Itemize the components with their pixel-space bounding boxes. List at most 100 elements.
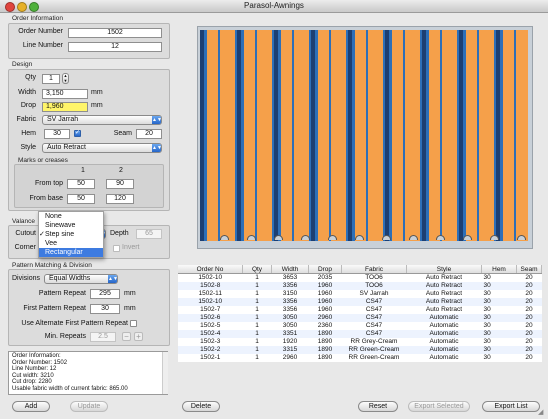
from-base-label: From base bbox=[29, 195, 63, 202]
order-table[interactable]: Order No Qty Width Drop Fabric Style Hem… bbox=[178, 265, 542, 362]
cutout-menu-item-vee[interactable]: Vee bbox=[39, 239, 103, 248]
from-base-1-field[interactable]: 50 bbox=[67, 194, 95, 204]
cutout-menu-item-sinewave[interactable]: Sinewave bbox=[39, 221, 103, 230]
table-row[interactable]: 1502-4 1 3351 1890 CS47 Automatic 30 20 bbox=[178, 330, 542, 338]
awning-stripe bbox=[429, 30, 440, 241]
close-window-button[interactable] bbox=[5, 2, 15, 12]
first-pattern-repeat-unit: mm bbox=[124, 305, 136, 312]
divisions-label: Divisions bbox=[11, 275, 40, 282]
awning-stripe bbox=[368, 30, 383, 241]
table-row[interactable]: 1502-2 1 3315 1890 RR Green-Cream Automatic 30… bbox=[178, 346, 542, 354]
awning-stripe bbox=[220, 30, 235, 241]
column-header-style[interactable]: Style bbox=[406, 265, 482, 274]
column-header-order-no[interactable]: Order No bbox=[178, 265, 243, 274]
table-cell-fabric: RR Grey-Cream bbox=[341, 338, 407, 346]
table-row[interactable]: 1502-11 1 3150 1960 SV Jarrah Auto Retract 30 2… bbox=[178, 290, 542, 298]
table-row[interactable]: 1502-8 1 3356 1960 TOO6 Auto Retract 30 20 bbox=[178, 282, 542, 290]
table-cell-seam: 20 bbox=[516, 282, 542, 290]
table-row[interactable]: 1502-10 1 3653 2035 TOO6 Auto Retract 30 20 bbox=[178, 273, 542, 282]
table-row[interactable]: 1502-3 1 1920 1890 RR Grey-Cream Automatic 30 2… bbox=[178, 338, 542, 346]
cutout-label: Cutout bbox=[15, 230, 36, 237]
line-number-field[interactable]: 12 bbox=[68, 42, 162, 52]
min-repeats-decrement-button[interactable]: − bbox=[122, 332, 131, 341]
first-pattern-repeat-field[interactable]: 30 bbox=[90, 304, 120, 314]
marks-col-2-label: 2 bbox=[119, 167, 123, 174]
table-cell-qty: 1 bbox=[242, 330, 272, 338]
drop-field[interactable]: 1,960 bbox=[42, 102, 88, 112]
table-cell-qty: 1 bbox=[242, 273, 272, 282]
column-header-width[interactable]: Width bbox=[271, 265, 309, 274]
table-row[interactable]: 1502-10 1 3356 1960 CS47 Auto Retract 30 20 bbox=[178, 298, 542, 306]
table-row[interactable]: 1502-6 1 3050 2960 CS47 Automatic 30 20 bbox=[178, 314, 542, 322]
divisions-select-value: Equal Widths bbox=[49, 275, 91, 282]
table-cell-width: 2960 bbox=[271, 354, 309, 362]
order-info-text-area[interactable]: Order Information: Order Number: 1502 Li… bbox=[8, 351, 168, 395]
depth-field[interactable]: 65 bbox=[136, 229, 162, 239]
valance-cutout bbox=[355, 235, 364, 240]
info-scrollbar[interactable] bbox=[162, 352, 168, 394]
column-header-hem[interactable]: Hem bbox=[481, 265, 517, 274]
divisions-select[interactable]: Equal Widths ▲▼ bbox=[44, 274, 118, 284]
min-repeats-increment-button[interactable]: + bbox=[134, 332, 143, 341]
awning-stripe bbox=[516, 30, 528, 241]
awning-stripe bbox=[244, 30, 255, 241]
table-row[interactable]: 1502-5 1 3050 2360 CS47 Automatic 30 20 bbox=[178, 322, 542, 330]
qty-stepper[interactable]: ▲ ▼ bbox=[62, 73, 69, 84]
resize-grip-icon[interactable]: ◢ bbox=[538, 409, 546, 417]
order-number-field[interactable]: 1502 bbox=[68, 28, 162, 38]
table-cell-fabric: CS47 bbox=[341, 322, 407, 330]
awning-stripe bbox=[355, 30, 366, 241]
table-cell-qty: 1 bbox=[242, 290, 272, 298]
minimize-window-button[interactable] bbox=[17, 2, 27, 12]
hem-field[interactable]: 30 bbox=[44, 129, 70, 139]
alt-first-pattern-checkbox[interactable] bbox=[130, 320, 137, 327]
cutout-menu-item-label: Sinewave bbox=[45, 222, 76, 229]
add-button[interactable]: Add bbox=[12, 401, 50, 412]
valance-cutout bbox=[274, 235, 283, 240]
awning-stripe bbox=[318, 30, 329, 241]
zoom-window-button[interactable] bbox=[29, 2, 39, 12]
style-select[interactable]: Auto Retract ▲▼ bbox=[42, 143, 162, 153]
table-cell-style: Auto Retract bbox=[406, 306, 482, 314]
table-cell-hem: 30 bbox=[481, 273, 517, 282]
cutout-menu-item-step-sine[interactable]: ✓ Step sine bbox=[39, 230, 103, 239]
qty-field[interactable]: 1 bbox=[42, 74, 60, 84]
cutout-menu-item-none[interactable]: None bbox=[39, 212, 103, 221]
from-base-2-field[interactable]: 120 bbox=[106, 194, 134, 204]
alt-first-pattern-label: Use Alternate First Pattern Repeat bbox=[21, 320, 128, 327]
first-pattern-repeat-label: First Pattern Repeat bbox=[23, 305, 86, 312]
seam-field[interactable]: 20 bbox=[136, 129, 162, 139]
export-selected-button[interactable]: Export Selected bbox=[408, 401, 470, 412]
column-header-qty[interactable]: Qty bbox=[242, 265, 272, 274]
reset-button[interactable]: Reset bbox=[358, 401, 398, 412]
min-repeats-field[interactable]: 2.5 bbox=[90, 332, 116, 342]
column-header-drop[interactable]: Drop bbox=[308, 265, 342, 274]
from-top-2-field[interactable]: 90 bbox=[106, 179, 134, 189]
table-row[interactable]: 1502-7 1 3356 1960 CS47 Auto Retract 30 20 bbox=[178, 306, 542, 314]
delete-button[interactable]: Delete bbox=[182, 401, 220, 412]
from-top-1-field[interactable]: 50 bbox=[67, 179, 95, 189]
cutout-menu-item-rectangular[interactable]: Rectangular bbox=[39, 248, 103, 257]
info-line: Usable fabric width of current fabric: 8… bbox=[12, 385, 128, 392]
pattern-repeat-field[interactable]: 295 bbox=[90, 289, 120, 299]
awning-stripe bbox=[257, 30, 272, 241]
fabric-select[interactable]: SV Jarrah ▲▼ bbox=[42, 115, 162, 125]
table-cell-fabric: TOO6 bbox=[341, 273, 407, 282]
column-header-seam[interactable]: Seam bbox=[516, 265, 542, 274]
column-header-fabric[interactable]: Fabric bbox=[341, 265, 407, 274]
width-field[interactable]: 3,150 bbox=[42, 89, 88, 99]
title-bar: Parasol-Awnings bbox=[0, 0, 548, 13]
invert-checkbox[interactable] bbox=[113, 245, 120, 252]
table-cell-hem: 30 bbox=[481, 338, 517, 346]
update-button[interactable]: Update bbox=[70, 401, 108, 412]
export-list-button[interactable]: Export List bbox=[482, 401, 540, 412]
chevron-updown-icon: ▲▼ bbox=[152, 116, 162, 124]
awning-stripe bbox=[479, 30, 494, 241]
table-cell-seam: 20 bbox=[516, 298, 542, 306]
table-cell-seam: 20 bbox=[516, 273, 542, 282]
fabric-select-value: SV Jarrah bbox=[47, 116, 79, 123]
table-cell-fabric: CS47 bbox=[341, 330, 407, 338]
marks-col-1-label: 1 bbox=[81, 167, 85, 174]
hem-checkbox[interactable]: ✓ bbox=[74, 130, 81, 137]
table-row[interactable]: 1502-1 1 2960 1890 RR Green-Cream Automatic 30… bbox=[178, 354, 542, 362]
